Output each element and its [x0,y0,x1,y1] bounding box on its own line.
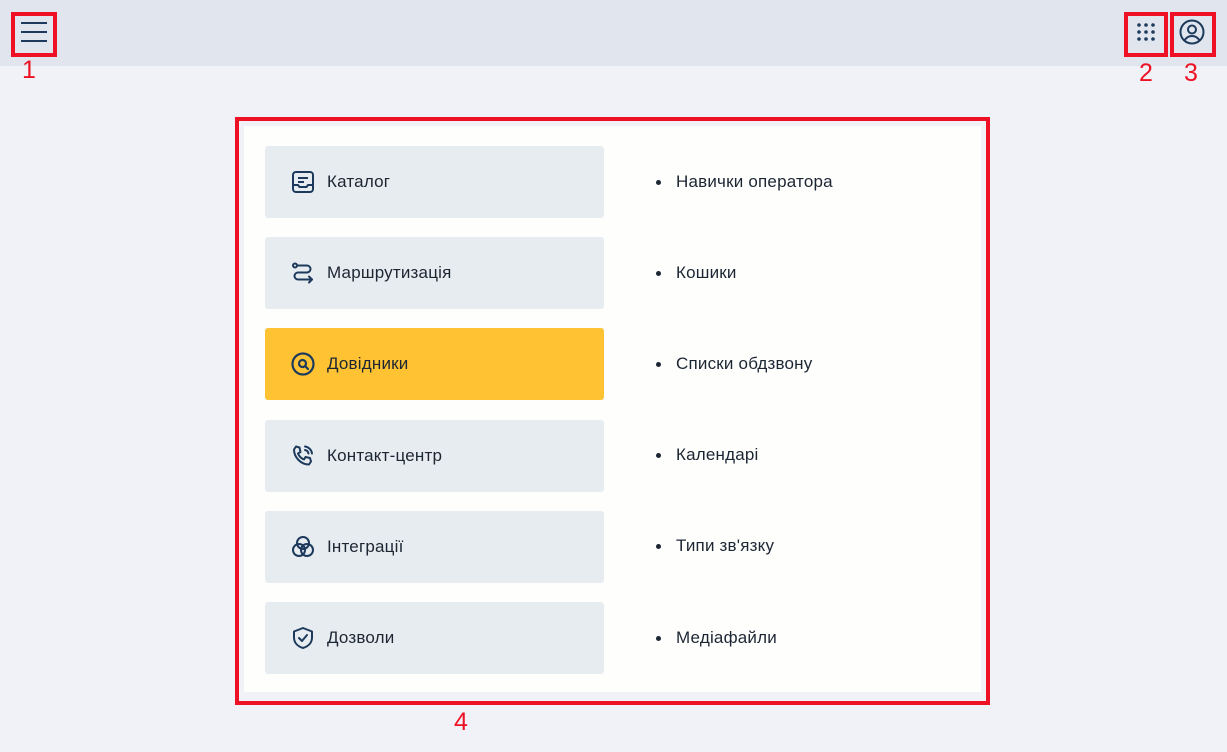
apps-grid-button[interactable] [1127,14,1165,54]
annotation-label-2: 2 [1139,59,1153,87]
apps-grid-icon [1137,22,1155,46]
integrations-icon [290,534,316,560]
category-label: Маршрутизація [327,263,452,282]
bullet [656,270,661,276]
category-label: Інтеграції [327,537,404,556]
annotation-label-1: 1 [22,56,36,84]
directories-icon [290,351,316,377]
phone-call-icon [290,443,316,469]
subitem-calendars[interactable]: Календарі [656,443,759,467]
subitem-communication-types[interactable]: Типи зв'язку [656,534,774,558]
category-catalog[interactable]: Каталог [265,146,604,218]
category-label: Каталог [327,172,391,191]
bullet [656,635,661,641]
category-integrations[interactable]: Інтеграції [265,511,604,583]
annotation-label-4: 4 [454,708,468,736]
catalog-icon [290,169,316,195]
subitem-label: Медіафайли [676,628,777,647]
subitem-label: Навички оператора [676,172,833,191]
routing-icon [290,260,316,286]
user-profile-icon [1179,19,1205,50]
bullet [656,543,661,549]
bullet [656,179,661,185]
hamburger-menu-icon [21,21,47,48]
bullet [656,452,661,458]
category-directories[interactable]: Довідники [265,328,604,400]
bullet [656,361,661,367]
subitem-label: Типи зв'язку [676,536,775,555]
subitem-call-lists[interactable]: Списки обдзвону [656,352,812,376]
subitem-label: Списки обдзвону [676,354,813,373]
category-contact-center[interactable]: Контакт-центр [265,420,604,492]
subitem-operator-skills[interactable]: Навички оператора [656,170,833,194]
subitem-queues[interactable]: Кошики [656,261,737,285]
annotation-label-3: 3 [1184,59,1198,87]
subitem-label: Кошики [676,263,737,282]
category-label: Контакт-центр [327,446,443,465]
category-routing[interactable]: Маршрутизація [265,237,604,309]
subitem-media-files[interactable]: Медіафайли [656,626,777,650]
user-profile-button[interactable] [1172,14,1212,54]
top-bar [0,0,1227,66]
shield-check-icon [290,625,316,651]
hamburger-menu-button[interactable] [14,14,54,54]
subitem-label: Календарі [676,445,759,464]
category-label: Довідники [327,354,409,373]
category-permissions[interactable]: Дозволи [265,602,604,674]
category-label: Дозволи [327,628,395,647]
